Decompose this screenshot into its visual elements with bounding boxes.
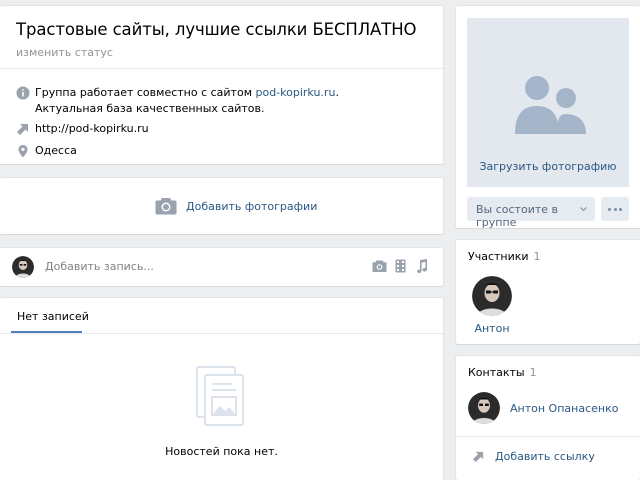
header-divider	[0, 68, 443, 69]
location-pin-icon	[18, 145, 28, 158]
chevron-down-icon	[580, 207, 587, 211]
upload-photo-label[interactable]: Загрузить фотографию	[467, 160, 629, 173]
camera-icon	[155, 198, 177, 215]
change-status-link[interactable]: изменить статус	[16, 46, 113, 59]
upload-photo-area[interactable]: Загрузить фотографию	[467, 18, 629, 187]
location-text: Одесса	[35, 144, 77, 157]
link-arrow-icon	[472, 451, 484, 463]
description-site-link[interactable]: pod-kopirku.ru	[256, 86, 336, 99]
members-title: Участники	[468, 250, 529, 263]
membership-dropdown[interactable]: Вы состоите в группе	[467, 197, 595, 229]
more-icon	[613, 208, 617, 211]
member-name[interactable]: Антон	[472, 322, 512, 335]
link-arrow-icon	[17, 124, 28, 135]
contacts-card: Контакты 1 Антон Опанасенко Добавить ссыл…	[456, 356, 640, 480]
tab-divider	[0, 333, 443, 334]
video-icon[interactable]	[393, 259, 408, 273]
description-row: Группа работает совместно с сайтом pod-k…	[16, 85, 395, 117]
members-count: 1	[533, 250, 541, 263]
more-icon	[619, 208, 622, 211]
contact-name[interactable]: Антон Опанасенко	[510, 402, 618, 415]
post-input[interactable]: Добавить запись...	[45, 260, 154, 273]
members-header[interactable]: Участники 1	[468, 250, 541, 263]
empty-feed-icon	[196, 366, 244, 426]
empty-feed-text: Новостей пока нет.	[165, 445, 278, 458]
group-header-card: Трастовые сайты, лучшие ссылки БЕСПЛАТНО…	[0, 6, 443, 164]
contacts-count: 1	[529, 366, 537, 379]
avatar[interactable]	[472, 276, 512, 316]
contacts-divider	[456, 436, 640, 437]
avatar	[12, 256, 34, 278]
add-photos-card: Добавить фотографии	[0, 178, 443, 234]
add-link-button[interactable]: Добавить ссылку	[472, 450, 595, 463]
tab-no-posts[interactable]: Нет записей	[17, 310, 89, 323]
post-attachments	[372, 259, 429, 273]
wall-card: Нет записей Новостей пока нет.	[0, 298, 443, 480]
music-icon[interactable]	[414, 259, 429, 273]
location-row: Одесса	[16, 143, 395, 159]
group-avatar-card: Загрузить фотографию Вы состоите в групп…	[456, 6, 640, 229]
users-icon	[515, 76, 586, 134]
group-title: Трастовые сайты, лучшие ссылки БЕСПЛАТНО	[16, 20, 417, 39]
camera-icon[interactable]	[372, 259, 387, 273]
group-description: Группа работает совместно с сайтом pod-k…	[35, 85, 395, 117]
info-icon	[16, 86, 30, 100]
add-link-label: Добавить ссылку	[495, 450, 595, 463]
website-row: http://pod-kopirku.ru	[16, 121, 395, 137]
website-link[interactable]: http://pod-kopirku.ru	[35, 121, 395, 137]
members-card: Участники 1 Антон	[456, 240, 640, 344]
avatar[interactable]	[468, 392, 500, 424]
description-text-start: Группа работает совместно с сайтом	[35, 86, 256, 99]
more-button[interactable]	[601, 197, 629, 221]
contacts-title: Контакты	[468, 366, 525, 379]
add-photos-button[interactable]: Добавить фотографии	[155, 197, 317, 215]
more-icon	[608, 208, 611, 211]
contacts-header[interactable]: Контакты 1	[468, 366, 537, 379]
add-photos-label: Добавить фотографии	[186, 199, 318, 213]
membership-label: Вы состоите в группе	[476, 203, 558, 229]
post-composer: Добавить запись...	[0, 248, 443, 286]
